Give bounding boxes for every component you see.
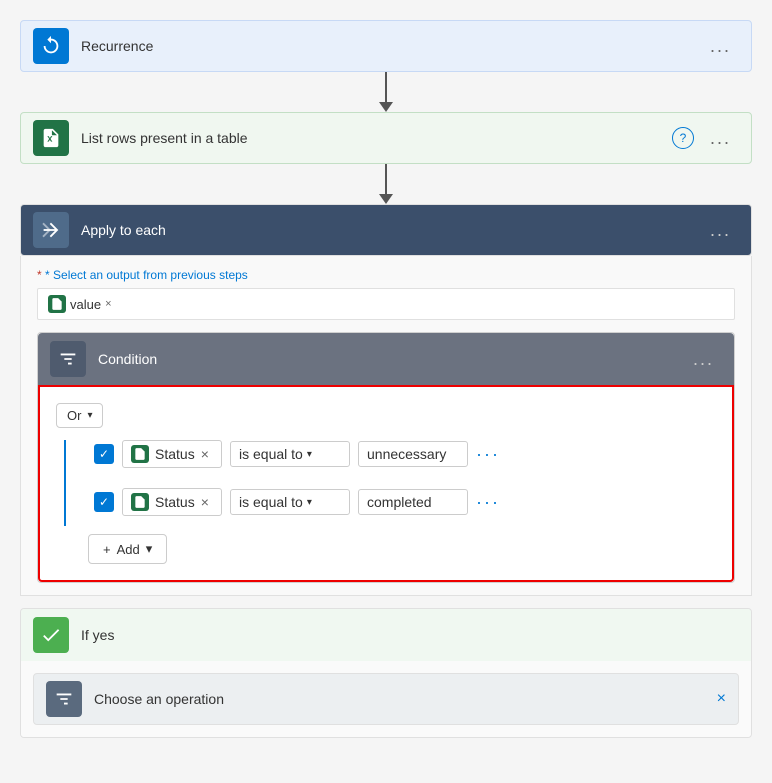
field-text-2: Status <box>155 494 195 510</box>
operator-select-1[interactable]: is equal to ▾ <box>230 441 350 467</box>
condition-row-2: ✓ Status × is equal to <box>86 488 716 516</box>
choose-op-label: Choose an operation <box>94 691 717 707</box>
field-close-2[interactable]: × <box>201 494 209 510</box>
list-rows-step: List rows present in a table ? ... <box>20 112 752 164</box>
value-text-2: completed <box>367 494 432 510</box>
operator-chevron-2: ▾ <box>307 497 312 508</box>
apply-each-icon <box>33 212 69 248</box>
condition-row-1: ✓ Status × is equal to <box>86 440 716 468</box>
condition-field-1: Status × <box>122 440 222 468</box>
recurrence-icon <box>33 28 69 64</box>
recurrence-more[interactable]: ... <box>702 32 739 61</box>
checkbox-2[interactable]: ✓ <box>94 492 114 512</box>
row-more-1[interactable]: ··· <box>476 444 500 465</box>
add-chevron-icon: ▾ <box>146 541 153 557</box>
condition-more[interactable]: ... <box>685 345 722 374</box>
arrow-line-1 <box>385 72 387 102</box>
token-excel-icon <box>48 295 66 313</box>
operator-text-2: is equal to <box>239 494 303 510</box>
select-output-label: * * Select an output from previous steps <box>37 268 735 282</box>
required-star: * <box>37 268 45 282</box>
excel-icon-1 <box>33 120 69 156</box>
if-yes-header: If yes <box>21 609 751 661</box>
apply-each-label: Apply to each <box>81 222 702 238</box>
recurrence-label: Recurrence <box>81 38 702 54</box>
checkbox-1[interactable]: ✓ <box>94 444 114 464</box>
if-yes-section: If yes Choose an operation × <box>20 608 752 738</box>
add-label: Add <box>117 542 140 557</box>
if-yes-body: Choose an operation × <box>21 661 751 737</box>
token-close-button[interactable]: × <box>105 298 111 310</box>
arrow-head-1 <box>379 102 393 112</box>
add-plus-icon: + <box>103 542 111 557</box>
check-icon-2: ✓ <box>99 495 109 509</box>
arrow-head-2 <box>379 194 393 204</box>
condition-field-2: Status × <box>122 488 222 516</box>
condition-block: Condition ... Or ▾ ✓ <box>37 332 735 583</box>
value-field-1[interactable]: unnecessary <box>358 441 468 467</box>
arrow-1 <box>379 72 393 112</box>
row-more-2[interactable]: ··· <box>476 492 500 513</box>
condition-icon <box>50 341 86 377</box>
apply-each-section: * * Select an output from previous steps… <box>20 256 752 596</box>
list-rows-label: List rows present in a table <box>81 130 672 146</box>
operator-chevron-1: ▾ <box>307 449 312 460</box>
list-rows-more[interactable]: ... <box>702 124 739 153</box>
field-excel-icon-1 <box>131 445 149 463</box>
operator-text-1: is equal to <box>239 446 303 462</box>
arrow-2 <box>379 164 393 204</box>
apply-each-step: Apply to each ... <box>20 204 752 256</box>
value-text-1: unnecessary <box>367 446 446 462</box>
condition-body: Or ▾ ✓ <box>38 385 734 582</box>
choose-op-close[interactable]: × <box>717 690 726 708</box>
list-rows-help-icon[interactable]: ? <box>672 127 694 149</box>
value-token: value × <box>48 295 112 313</box>
apply-each-more[interactable]: ... <box>702 216 739 245</box>
field-text-1: Status <box>155 446 195 462</box>
arrow-line-2 <box>385 164 387 194</box>
if-yes-icon <box>33 617 69 653</box>
operator-select-2[interactable]: is equal to ▾ <box>230 489 350 515</box>
condition-rows-group: ✓ Status × is equal to <box>64 440 716 526</box>
condition-header: Condition ... <box>38 333 734 385</box>
choose-op-icon <box>46 681 82 717</box>
value-field-2[interactable]: completed <box>358 489 468 515</box>
add-button[interactable]: + Add ▾ <box>88 534 167 564</box>
flow-container: Recurrence ... List rows present in a ta… <box>20 20 752 738</box>
choose-operation-card: Choose an operation × <box>33 673 739 725</box>
recurrence-step: Recurrence ... <box>20 20 752 72</box>
check-icon-1: ✓ <box>99 447 109 461</box>
token-value-text: value <box>70 297 101 312</box>
or-label: Or <box>67 408 81 423</box>
field-excel-icon-2 <box>131 493 149 511</box>
if-yes-label: If yes <box>81 627 739 643</box>
token-box: value × <box>37 288 735 320</box>
field-close-1[interactable]: × <box>201 446 209 462</box>
or-dropdown[interactable]: Or ▾ <box>56 403 103 428</box>
or-chevron-icon: ▾ <box>87 410 92 421</box>
condition-label: Condition <box>98 351 685 367</box>
